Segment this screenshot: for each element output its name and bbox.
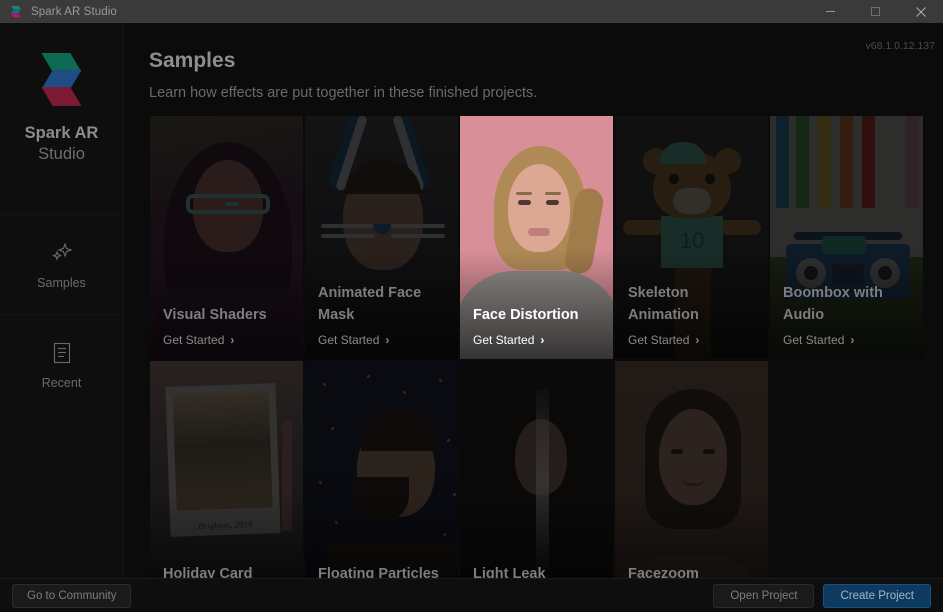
sample-card-face-distortion[interactable]: Face Distortion Get Started ›: [459, 115, 614, 360]
get-started-label: Get Started: [628, 333, 690, 347]
brand: Spark AR Studio: [24, 23, 99, 165]
window-title: Spark AR Studio: [31, 5, 117, 18]
card-title: Animated Face Mask: [318, 285, 422, 323]
chevron-right-icon: ›: [540, 333, 545, 347]
sample-card-visual-shaders[interactable]: Visual Shaders Get Started ›: [149, 115, 304, 360]
get-started-link[interactable]: Get Started ›: [473, 333, 605, 347]
card-title: Skeleton Animation: [628, 285, 699, 323]
chevron-right-icon: ›: [385, 333, 390, 347]
sample-card-animated-face-mask[interactable]: Animated Face Mask Get Started ›: [304, 115, 459, 360]
brand-name-line1: Spark AR: [24, 124, 99, 142]
get-started-label: Get Started: [318, 333, 380, 347]
minimize-icon[interactable]: [808, 0, 853, 23]
maximize-icon[interactable]: [853, 0, 898, 23]
card-meta: Boombox with Audio Get Started ›: [783, 282, 915, 347]
window-controls: [808, 0, 943, 23]
get-started-link[interactable]: Get Started ›: [163, 333, 295, 347]
spark-ar-logo-icon: [35, 52, 87, 108]
card-meta: Visual Shaders Get Started ›: [163, 304, 295, 347]
sparkles-icon: [49, 240, 75, 266]
page-subtitle: Learn how effects are put together in th…: [149, 85, 538, 101]
card-meta: Face Distortion Get Started ›: [473, 304, 605, 347]
sample-card-floating-particles[interactable]: Floating Particles: [304, 360, 459, 605]
sample-card-boombox-with-audio[interactable]: Boombox with Audio Get Started ›: [769, 115, 924, 360]
card-title: Visual Shaders: [163, 307, 267, 323]
get-started-link[interactable]: Get Started ›: [628, 333, 760, 347]
chevron-right-icon: ›: [230, 333, 235, 347]
sidebar-item-label: Samples: [37, 275, 86, 290]
card-title: Boombox with Audio: [783, 285, 883, 323]
footer-actions: Open Project Create Project: [713, 583, 931, 608]
chevron-right-icon: ›: [850, 333, 855, 347]
samples-grid: Visual Shaders Get Started › Animated Fa…: [149, 115, 943, 605]
get-started-label: Get Started: [783, 333, 845, 347]
app-shell: Spark AR Studio Samples Recent v68.1.0.1…: [0, 23, 943, 612]
sample-card-light-leak[interactable]: Light Leak: [459, 360, 614, 605]
get-started-label: Get Started: [473, 333, 535, 347]
sample-card-holiday-card[interactable]: Brighton, 2019 Holiday Card: [149, 360, 304, 605]
sidebar-item-recent[interactable]: Recent: [0, 314, 124, 414]
brand-name-line2: Studio: [38, 145, 85, 163]
sidebar-item-samples[interactable]: Samples: [0, 214, 124, 314]
sample-card-skeleton-animation[interactable]: 10 Skeleton Animation Get Started ›: [614, 115, 769, 360]
open-project-button[interactable]: Open Project: [713, 583, 815, 608]
chevron-right-icon: ›: [695, 333, 700, 347]
sample-card-facezoom[interactable]: Facezoom: [614, 360, 769, 605]
page-title: Samples: [149, 49, 236, 72]
card-meta: Animated Face Mask Get Started ›: [318, 282, 450, 347]
window-titlebar: Spark AR Studio: [0, 0, 943, 23]
footer-bar: Go to Community Open Project Create Proj…: [0, 578, 943, 612]
go-to-community-button[interactable]: Go to Community: [12, 583, 132, 608]
sidebar: Spark AR Studio Samples Recent: [0, 23, 124, 612]
document-icon: [49, 340, 75, 366]
card-title: Face Distortion: [473, 307, 579, 323]
card-meta: Skeleton Animation Get Started ›: [628, 282, 760, 347]
close-icon[interactable]: [898, 0, 943, 23]
sidebar-item-label: Recent: [41, 375, 82, 390]
create-project-button[interactable]: Create Project: [823, 583, 931, 608]
get-started-link[interactable]: Get Started ›: [783, 333, 915, 347]
spark-ar-logo-icon: [9, 5, 23, 19]
version-label: v68.1.0.12.137: [865, 40, 935, 52]
get-started-link[interactable]: Get Started ›: [318, 333, 450, 347]
main-content: v68.1.0.12.137 Samples Learn how effects…: [124, 23, 943, 612]
get-started-label: Get Started: [163, 333, 225, 347]
